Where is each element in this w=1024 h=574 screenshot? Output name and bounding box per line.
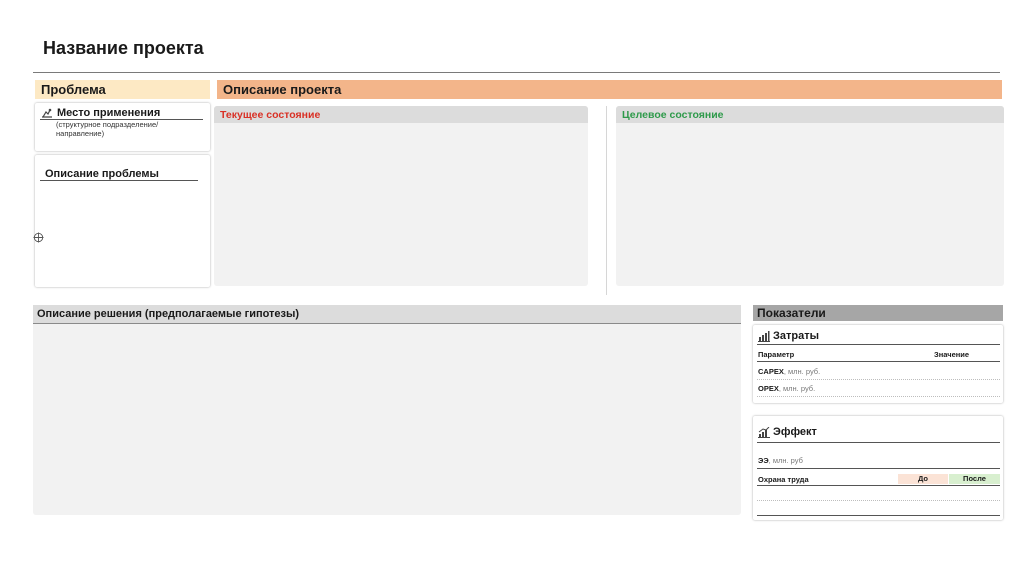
before-cell: До [898,474,948,484]
bar-chart-icon [758,330,770,342]
costs-header-underline [757,361,1000,362]
target-state-head: Целевое состояние [616,106,1004,123]
ee-row[interactable]: ЭЭ, млн. руб [758,456,803,465]
place-subtitle: (структурное подразделение/направление) [56,120,159,138]
problem-section-header: Проблема [35,80,210,99]
costs-col-value: Значение [934,350,970,359]
costs-title: Затраты [773,330,820,342]
move-handle-icon[interactable] [33,232,44,243]
indicators-header: Показатели [753,305,1003,321]
location-icon [42,108,52,118]
capex-row-divider [757,379,1000,380]
solution-panel[interactable]: Описание решения (предполагаемые гипотез… [33,305,741,515]
effect-title-underline [757,442,1000,443]
target-state-label: Целевое состояние [622,109,724,121]
costs-col-param: Параметр [758,350,795,359]
panel-divider [606,106,607,295]
capex-name: CAPEX [758,367,784,376]
place-of-application-card[interactable]: Место применения (структурное подразделе… [35,103,210,151]
target-state-panel[interactable]: Целевое состояние [616,106,1004,286]
opex-unit: , млн. руб. [778,384,816,393]
effect-bottom-rule [757,515,1000,516]
effect-card[interactable]: Эффект ЭЭ, млн. руб Охрана труда До Посл… [753,416,1003,520]
effect-title: Эффект [773,426,817,438]
current-state-panel[interactable]: Текущее состояние [214,106,588,286]
page-title: Название проекта [43,38,204,58]
costs-title-row: Затраты [758,330,819,342]
trend-chart-icon [758,426,770,438]
place-title: Место применения [57,107,161,119]
ee-name: ЭЭ [758,456,769,465]
after-cell: После [949,474,1000,484]
opex-row-divider [757,396,1000,397]
opex-row[interactable]: OPEX, млн. руб. [758,384,815,393]
after-label: После [963,474,986,483]
place-title-row: Место применения [40,107,160,119]
problem-description-title: Описание проблемы [45,168,159,180]
effect-title-row: Эффект [758,426,817,438]
safety-header-underline [757,485,1000,486]
safety-row-divider [757,500,1000,501]
project-description-header: Описание проекта [217,80,1002,99]
title-divider [33,72,1000,73]
ee-unit: , млн. руб [768,456,803,465]
problem-title-underline [40,180,198,181]
costs-title-underline [757,344,1000,345]
solution-head: Описание решения (предполагаемые гипотез… [33,305,741,324]
before-label: До [917,474,929,483]
solution-label: Описание решения (предполагаемые гипотез… [37,308,300,320]
problem-description-card[interactable]: Описание проблемы [35,155,210,287]
current-state-head: Текущее состояние [214,106,588,123]
costs-card[interactable]: Затраты Параметр Значение CAPEX, млн. ру… [753,325,1003,403]
current-state-label: Текущее состояние [220,109,321,121]
indicators-label: Показатели [757,306,826,320]
capex-unit: , млн. руб. [783,367,821,376]
safety-label: Охрана труда [758,475,809,484]
ee-row-underline [757,468,1000,469]
capex-row[interactable]: CAPEX, млн. руб. [758,367,820,376]
opex-name: OPEX [758,384,779,393]
